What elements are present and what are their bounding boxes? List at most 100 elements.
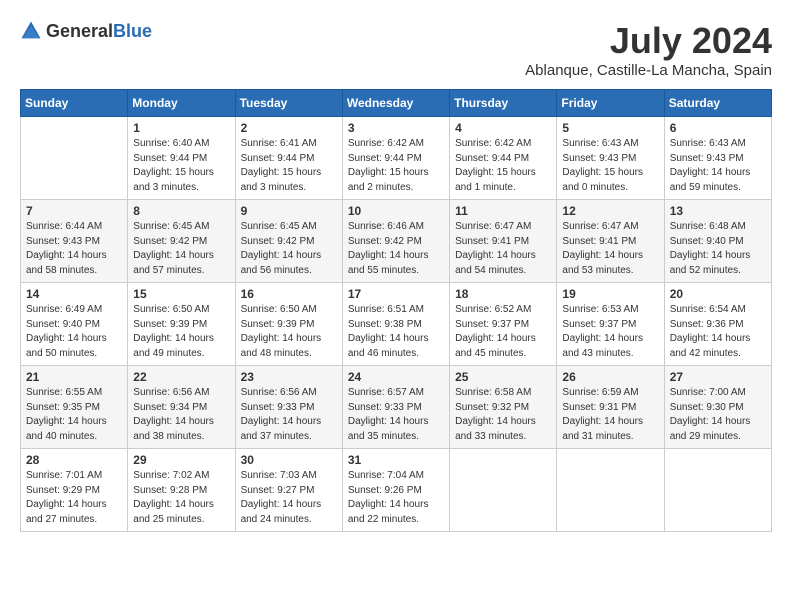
cell-content: Sunrise: 6:45 AMSunset: 9:42 PMDaylight:… bbox=[241, 220, 337, 278]
week-row-2: 7Sunrise: 6:44 AMSunset: 9:43 PMDaylight… bbox=[21, 200, 772, 283]
day-number: 17 bbox=[348, 287, 444, 301]
header-row: SundayMondayTuesdayWednesdayThursdayFrid… bbox=[21, 90, 772, 117]
day-number: 2 bbox=[241, 121, 337, 135]
calendar-cell: 15 Sunrise: 6:50 AMSunset: 9:39 PMDayligh… bbox=[128, 283, 235, 366]
calendar-cell: 10 Sunrise: 6:46 AMSunset: 9:42 PMDayligh… bbox=[342, 200, 449, 283]
day-number: 18 bbox=[455, 287, 551, 301]
day-number: 22 bbox=[133, 370, 229, 384]
cell-content: Sunrise: 6:49 AMSunset: 9:40 PMDaylight:… bbox=[26, 303, 122, 361]
cell-content: Sunrise: 6:40 AMSunset: 9:44 PMDaylight:… bbox=[133, 137, 229, 195]
day-header-friday: Friday bbox=[557, 90, 664, 117]
calendar-cell: 12Sunrise: 6:47 AMSunset: 9:41 PMDayligh… bbox=[557, 200, 664, 283]
calendar-cell: 25 Sunrise: 6:58 AMSunset: 9:32 PMDayligh… bbox=[450, 366, 557, 449]
location-title: Ablanque, Castille-La Mancha, Spain bbox=[525, 62, 772, 79]
day-number: 25 bbox=[455, 370, 551, 384]
calendar-cell: 27Sunrise: 7:00 AMSunset: 9:30 PMDayligh… bbox=[664, 366, 771, 449]
header: GeneralBlue July 2024 Ablanque, Castille… bbox=[20, 20, 772, 79]
calendar-cell bbox=[21, 117, 128, 200]
day-number: 21 bbox=[26, 370, 122, 384]
week-row-3: 14 Sunrise: 6:49 AMSunset: 9:40 PMDayligh… bbox=[21, 283, 772, 366]
calendar-cell: 2 Sunrise: 6:41 AMSunset: 9:44 PMDaylight… bbox=[235, 117, 342, 200]
cell-content: Sunrise: 6:42 AMSunset: 9:44 PMDaylight:… bbox=[348, 137, 444, 195]
calendar-cell: 8 Sunrise: 6:45 AMSunset: 9:42 PMDaylight… bbox=[128, 200, 235, 283]
day-number: 9 bbox=[241, 204, 337, 218]
logo-text: GeneralBlue bbox=[46, 21, 152, 42]
calendar-cell: 20 Sunrise: 6:54 AMSunset: 9:36 PMDayligh… bbox=[664, 283, 771, 366]
day-number: 14 bbox=[26, 287, 122, 301]
cell-content: Sunrise: 6:45 AMSunset: 9:42 PMDaylight:… bbox=[133, 220, 229, 278]
day-header-saturday: Saturday bbox=[664, 90, 771, 117]
calendar-cell: 13 Sunrise: 6:48 AMSunset: 9:40 PMDayligh… bbox=[664, 200, 771, 283]
calendar-cell bbox=[450, 449, 557, 532]
cell-content: Sunrise: 6:46 AMSunset: 9:42 PMDaylight:… bbox=[348, 220, 444, 278]
cell-content: Sunrise: 7:04 AMSunset: 9:26 PMDaylight:… bbox=[348, 469, 444, 527]
cell-content: Sunrise: 6:43 AMSunset: 9:43 PMDaylight:… bbox=[562, 137, 658, 195]
day-header-sunday: Sunday bbox=[21, 90, 128, 117]
cell-content: Sunrise: 6:59 AMSunset: 9:31 PMDaylight:… bbox=[562, 386, 658, 444]
cell-content: Sunrise: 6:55 AMSunset: 9:35 PMDaylight:… bbox=[26, 386, 122, 444]
day-number: 27 bbox=[670, 370, 766, 384]
day-number: 10 bbox=[348, 204, 444, 218]
cell-content: Sunrise: 6:58 AMSunset: 9:32 PMDaylight:… bbox=[455, 386, 551, 444]
calendar-cell: 22Sunrise: 6:56 AMSunset: 9:34 PMDayligh… bbox=[128, 366, 235, 449]
cell-content: Sunrise: 6:44 AMSunset: 9:43 PMDaylight:… bbox=[26, 220, 122, 278]
day-number: 19 bbox=[562, 287, 658, 301]
day-number: 29 bbox=[133, 453, 229, 467]
logo-general: General bbox=[46, 21, 113, 41]
cell-content: Sunrise: 6:41 AMSunset: 9:44 PMDaylight:… bbox=[241, 137, 337, 195]
calendar-cell: 21 Sunrise: 6:55 AMSunset: 9:35 PMDayligh… bbox=[21, 366, 128, 449]
calendar-cell: 28Sunrise: 7:01 AMSunset: 9:29 PMDayligh… bbox=[21, 449, 128, 532]
logo: GeneralBlue bbox=[20, 20, 152, 42]
day-number: 26 bbox=[562, 370, 658, 384]
day-number: 6 bbox=[670, 121, 766, 135]
cell-content: Sunrise: 6:43 AMSunset: 9:43 PMDaylight:… bbox=[670, 137, 766, 195]
day-number: 1 bbox=[133, 121, 229, 135]
week-row-1: 1 Sunrise: 6:40 AMSunset: 9:44 PMDaylight… bbox=[21, 117, 772, 200]
day-number: 4 bbox=[455, 121, 551, 135]
calendar-cell: 6 Sunrise: 6:43 AMSunset: 9:43 PMDaylight… bbox=[664, 117, 771, 200]
day-number: 8 bbox=[133, 204, 229, 218]
cell-content: Sunrise: 6:57 AMSunset: 9:33 PMDaylight:… bbox=[348, 386, 444, 444]
title-block: July 2024 Ablanque, Castille-La Mancha, … bbox=[525, 20, 772, 79]
day-header-tuesday: Tuesday bbox=[235, 90, 342, 117]
day-header-thursday: Thursday bbox=[450, 90, 557, 117]
cell-content: Sunrise: 7:03 AMSunset: 9:27 PMDaylight:… bbox=[241, 469, 337, 527]
calendar-cell: 7Sunrise: 6:44 AMSunset: 9:43 PMDaylight… bbox=[21, 200, 128, 283]
day-number: 12 bbox=[562, 204, 658, 218]
day-number: 15 bbox=[133, 287, 229, 301]
cell-content: Sunrise: 6:51 AMSunset: 9:38 PMDaylight:… bbox=[348, 303, 444, 361]
calendar-cell: 31Sunrise: 7:04 AMSunset: 9:26 PMDayligh… bbox=[342, 449, 449, 532]
cell-content: Sunrise: 6:50 AMSunset: 9:39 PMDaylight:… bbox=[133, 303, 229, 361]
day-number: 16 bbox=[241, 287, 337, 301]
day-number: 13 bbox=[670, 204, 766, 218]
calendar-cell: 17 Sunrise: 6:51 AMSunset: 9:38 PMDayligh… bbox=[342, 283, 449, 366]
calendar-cell: 1 Sunrise: 6:40 AMSunset: 9:44 PMDaylight… bbox=[128, 117, 235, 200]
day-number: 20 bbox=[670, 287, 766, 301]
week-row-4: 21 Sunrise: 6:55 AMSunset: 9:35 PMDayligh… bbox=[21, 366, 772, 449]
logo-icon bbox=[20, 20, 42, 42]
cell-content: Sunrise: 6:42 AMSunset: 9:44 PMDaylight:… bbox=[455, 137, 551, 195]
cell-content: Sunrise: 6:52 AMSunset: 9:37 PMDaylight:… bbox=[455, 303, 551, 361]
cell-content: Sunrise: 6:54 AMSunset: 9:36 PMDaylight:… bbox=[670, 303, 766, 361]
cell-content: Sunrise: 7:01 AMSunset: 9:29 PMDaylight:… bbox=[26, 469, 122, 527]
calendar-cell: 23Sunrise: 6:56 AMSunset: 9:33 PMDayligh… bbox=[235, 366, 342, 449]
day-number: 3 bbox=[348, 121, 444, 135]
calendar-cell: 18 Sunrise: 6:52 AMSunset: 9:37 PMDayligh… bbox=[450, 283, 557, 366]
calendar-cell: 14 Sunrise: 6:49 AMSunset: 9:40 PMDayligh… bbox=[21, 283, 128, 366]
calendar-cell: 24Sunrise: 6:57 AMSunset: 9:33 PMDayligh… bbox=[342, 366, 449, 449]
cell-content: Sunrise: 7:02 AMSunset: 9:28 PMDaylight:… bbox=[133, 469, 229, 527]
cell-content: Sunrise: 6:50 AMSunset: 9:39 PMDaylight:… bbox=[241, 303, 337, 361]
calendar-cell bbox=[557, 449, 664, 532]
calendar-cell: 3 Sunrise: 6:42 AMSunset: 9:44 PMDaylight… bbox=[342, 117, 449, 200]
calendar-cell: 29 Sunrise: 7:02 AMSunset: 9:28 PMDayligh… bbox=[128, 449, 235, 532]
calendar-cell: 26 Sunrise: 6:59 AMSunset: 9:31 PMDayligh… bbox=[557, 366, 664, 449]
calendar-cell: 5Sunrise: 6:43 AMSunset: 9:43 PMDaylight… bbox=[557, 117, 664, 200]
logo-blue: Blue bbox=[113, 21, 152, 41]
calendar-cell: 30Sunrise: 7:03 AMSunset: 9:27 PMDayligh… bbox=[235, 449, 342, 532]
cell-content: Sunrise: 6:47 AMSunset: 9:41 PMDaylight:… bbox=[455, 220, 551, 278]
cell-content: Sunrise: 6:53 AMSunset: 9:37 PMDaylight:… bbox=[562, 303, 658, 361]
cell-content: Sunrise: 6:48 AMSunset: 9:40 PMDaylight:… bbox=[670, 220, 766, 278]
week-row-5: 28Sunrise: 7:01 AMSunset: 9:29 PMDayligh… bbox=[21, 449, 772, 532]
calendar-cell bbox=[664, 449, 771, 532]
cell-content: Sunrise: 6:56 AMSunset: 9:33 PMDaylight:… bbox=[241, 386, 337, 444]
